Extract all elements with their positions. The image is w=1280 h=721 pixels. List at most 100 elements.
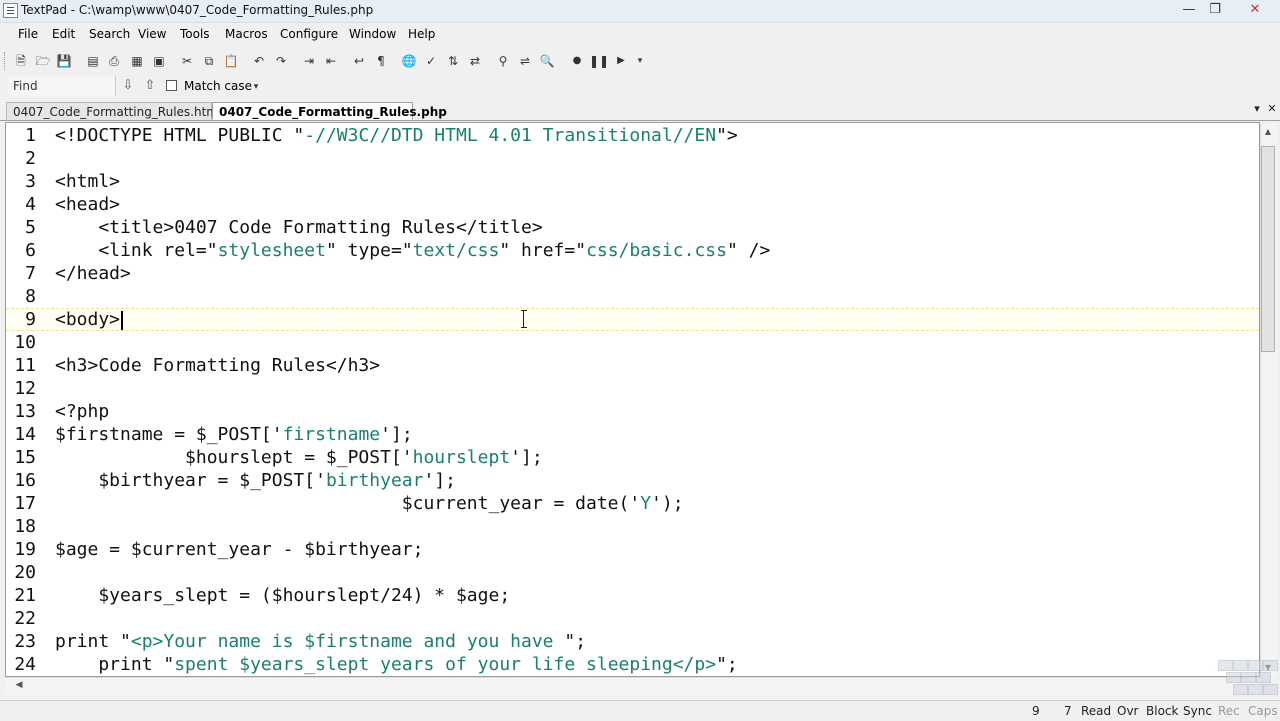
minimize-icon[interactable]: — — [1177, 1, 1201, 19]
status-sync[interactable]: Sync — [1183, 704, 1212, 718]
line-code-text[interactable]: <body> — [55, 309, 124, 330]
code-line[interactable]: 4 <head> — [6, 193, 1259, 216]
code-line[interactable]: 18 — [6, 515, 1259, 538]
playback-macro-icon[interactable]: ❚❚ — [589, 53, 609, 69]
toolbar-overflow-icon[interactable]: ▾ — [632, 53, 648, 69]
menu-configure[interactable]: Configure — [280, 27, 338, 41]
code-line[interactable]: 14 $firstname = $_POST['firstname']; — [6, 423, 1259, 446]
line-code-text[interactable]: </head> — [55, 262, 131, 285]
menu-window[interactable]: Window — [349, 27, 396, 41]
code-line[interactable]: 2 — [6, 147, 1259, 170]
menu-macros[interactable]: Macros — [225, 27, 268, 41]
find-up-icon[interactable]: ⇧ — [142, 77, 158, 95]
code-line[interactable]: 21 $years_slept = ($hourslept/24) * $age… — [6, 584, 1259, 607]
find-in-files-icon[interactable]: 🔍 — [539, 53, 555, 69]
line-code-text[interactable]: <head> — [55, 193, 120, 216]
web-browser-icon[interactable]: 🌐 — [401, 53, 417, 69]
restore-icon[interactable]: ❐ — [1203, 1, 1227, 19]
status-overwrite[interactable]: Ovr — [1117, 704, 1138, 718]
menu-tools[interactable]: Tools — [180, 27, 210, 41]
close-icon[interactable]: ✕ — [1236, 1, 1274, 19]
line-code-text[interactable]: $current_year = date('Y'); — [55, 492, 684, 515]
find-incrementally-input[interactable]: Find incrementally — [8, 76, 116, 113]
code-line[interactable]: 7 </head> — [6, 262, 1259, 285]
replace-icon[interactable]: ⇌ — [517, 53, 533, 69]
code-line[interactable]: 16 $birthyear = $_POST['birthyear']; — [6, 469, 1259, 492]
save-icon[interactable]: 💾 — [56, 53, 72, 69]
paragraph-icon[interactable]: ¶ — [373, 53, 389, 69]
status-read[interactable]: Read — [1081, 704, 1111, 718]
code-line[interactable]: 24 print "spent $years_slept years of yo… — [6, 653, 1259, 676]
menu-edit[interactable]: Edit — [52, 27, 75, 41]
paste-icon[interactable]: 📋 — [223, 53, 239, 69]
close-document-icon[interactable]: ✕ — [1265, 102, 1279, 118]
horizontal-scrollbar[interactable] — [5, 677, 1260, 695]
textpad-app-icon[interactable] — [3, 3, 18, 18]
cut-icon[interactable]: ✂ — [179, 53, 195, 69]
menu-view[interactable]: View — [138, 27, 166, 41]
code-line[interactable]: 1 <!DOCTYPE HTML PUBLIC "-//W3C//DTD HTML… — [6, 124, 1259, 147]
code-line[interactable]: 22 — [6, 607, 1259, 630]
find-icon[interactable]: ⚲ — [495, 53, 511, 69]
code-line[interactable]: 9 <body> — [6, 308, 1259, 331]
match-case-label[interactable]: Match case — [184, 79, 252, 93]
play-macro-icon[interactable]: ▶ — [613, 53, 629, 69]
open-icon[interactable]: 🗁 — [35, 53, 51, 69]
vertical-scroll-thumb[interactable] — [1261, 146, 1275, 352]
code-line[interactable]: 17 $current_year = date('Y'); — [6, 492, 1259, 515]
code-line[interactable]: 6 <link rel="stylesheet" type="text/css"… — [6, 239, 1259, 262]
menu-file[interactable]: File — [18, 27, 38, 41]
line-code-text[interactable]: $firstname = $_POST['firstname']; — [55, 423, 413, 446]
code-line[interactable]: 10 — [6, 331, 1259, 354]
line-code-text[interactable]: <title>0407 Code Formatting Rules</title… — [55, 216, 542, 239]
code-line[interactable]: 13 <?php — [6, 400, 1259, 423]
code-line[interactable]: 23 print "<p>Your name is $firstname and … — [6, 630, 1259, 653]
spelling-icon[interactable]: ✓ — [423, 53, 439, 69]
line-code-text[interactable]: <?php — [55, 400, 109, 423]
scroll-up-icon[interactable]: ▲ — [1262, 127, 1274, 139]
line-code-text[interactable]: <html> — [55, 170, 120, 193]
line-code-text[interactable]: $years_slept = ($hourslept/24) * $age; — [55, 584, 510, 607]
scroll-left-icon[interactable]: ◀ — [13, 680, 25, 692]
line-code-text[interactable]: print "spent $years_slept years of your … — [55, 653, 737, 676]
menu-help[interactable]: Help — [408, 27, 435, 41]
code-line[interactable]: 15 $hourslept = $_POST['hourslept']; — [6, 446, 1259, 469]
status-record[interactable]: Rec — [1218, 704, 1240, 718]
line-code-text[interactable]: <!DOCTYPE HTML PUBLIC "-//W3C//DTD HTML … — [55, 124, 738, 147]
redo-icon[interactable]: ↷ — [273, 53, 289, 69]
print-icon[interactable]: ⎙ — [106, 53, 122, 69]
code-editor[interactable]: 1 <!DOCTYPE HTML PUBLIC "-//W3C//DTD HTML… — [5, 122, 1260, 677]
code-line[interactable]: 5 <title>0407 Code Formatting Rules</tit… — [6, 216, 1259, 239]
compare-icon[interactable]: ⇄ — [467, 53, 483, 69]
print-preview-icon[interactable]: ▦ — [129, 53, 145, 69]
new-file-icon[interactable]: 🗎 — [13, 53, 29, 69]
code-line[interactable]: 11 <h3>Code Formatting Rules</h3> — [6, 354, 1259, 377]
indent-icon[interactable]: ⇥ — [301, 53, 317, 69]
line-code-text[interactable]: <link rel="stylesheet" type="text/css" h… — [55, 239, 770, 262]
status-block[interactable]: Block — [1146, 704, 1178, 718]
code-line[interactable]: 3 <html> — [6, 170, 1259, 193]
save-all-icon[interactable]: ▤ — [85, 53, 101, 69]
menu-search[interactable]: Search — [89, 27, 130, 41]
line-code-text[interactable]: $hourslept = $_POST['hourslept']; — [55, 446, 543, 469]
code-line[interactable]: 20 — [6, 561, 1259, 584]
find-down-icon[interactable]: ⇩ — [120, 77, 136, 95]
code-line[interactable]: 12 — [6, 377, 1259, 400]
word-wrap-icon[interactable]: ↩ — [351, 53, 367, 69]
toolbar-grip[interactable] — [4, 52, 8, 70]
line-code-text[interactable]: <h3>Code Formatting Rules</h3> — [55, 354, 380, 377]
tab-php-file[interactable]: 0407_Code_Formatting_Rules.php — [212, 102, 447, 120]
findbar-overflow-icon[interactable]: ▾ — [248, 79, 264, 95]
outdent-icon[interactable]: ⇤ — [323, 53, 339, 69]
copy-icon[interactable]: ⧉ — [201, 53, 217, 69]
sort-icon[interactable]: ⇅ — [445, 53, 461, 69]
match-case-checkbox[interactable] — [166, 80, 177, 91]
undo-icon[interactable]: ↶ — [251, 53, 267, 69]
tab-list-chevron-icon[interactable]: ▾ — [1250, 102, 1264, 118]
code-line[interactable]: 19 $age = $current_year - $birthyear; — [6, 538, 1259, 561]
tab-html-file[interactable]: 0407_Code_Formatting_Rules.html — [6, 102, 221, 120]
line-code-text[interactable]: $birthyear = $_POST['birthyear']; — [55, 469, 456, 492]
manage-files-icon[interactable]: ▣ — [151, 53, 167, 69]
line-code-text[interactable]: $age = $current_year - $birthyear; — [55, 538, 423, 561]
line-code-text[interactable]: print "<p>Your name is $firstname and yo… — [55, 630, 586, 653]
